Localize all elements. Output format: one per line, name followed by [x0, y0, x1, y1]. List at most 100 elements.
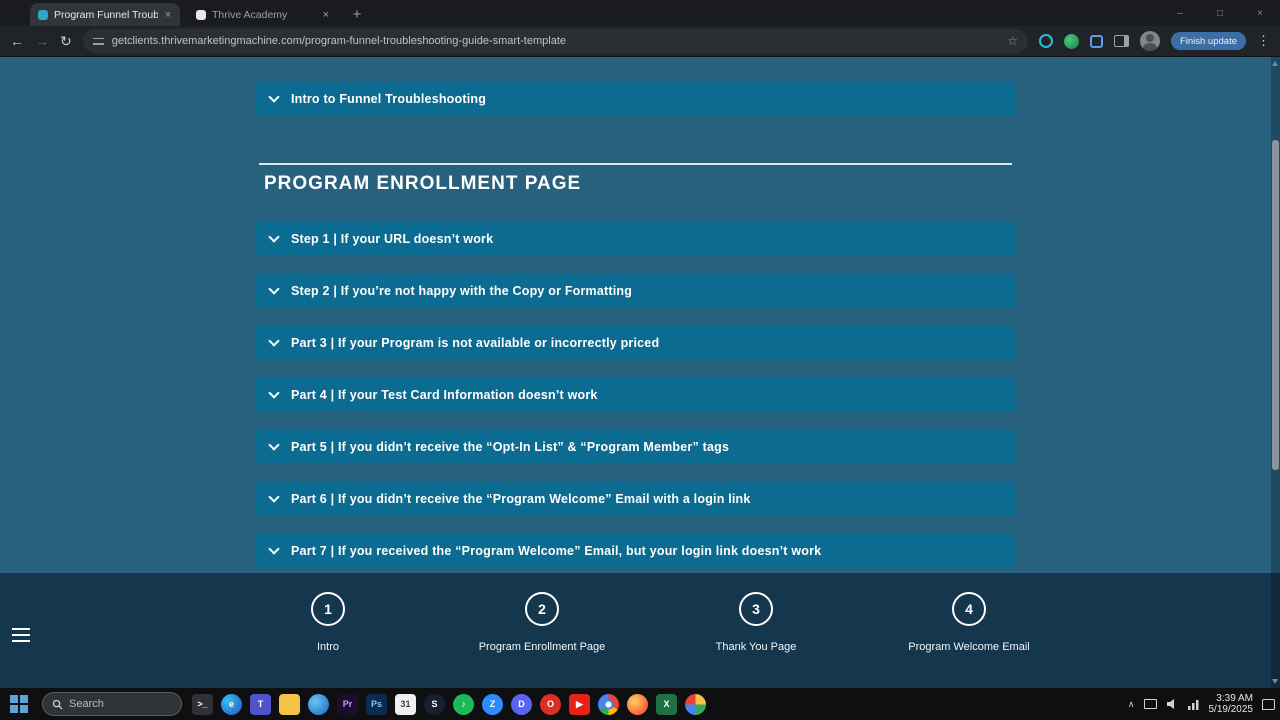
browser-tabstrip: Program Funnel Troubleshooting × Thrive …: [0, 0, 1280, 26]
chrome-icon[interactable]: [598, 693, 619, 715]
section-title: PROGRAM ENROLLMENT PAGE: [264, 173, 582, 194]
chevron-down-icon: [268, 386, 280, 399]
extension-ring-icon[interactable]: [1038, 34, 1053, 48]
back-button[interactable]: ←: [10, 33, 24, 49]
tray-chevron-up-icon[interactable]: ∧: [1128, 699, 1135, 710]
discord-icon[interactable]: D: [511, 693, 532, 715]
accordion-step-1[interactable]: Step 1 | If your URL doesn’t work: [255, 222, 1015, 255]
new-tab-button[interactable]: +: [346, 3, 368, 25]
reload-button[interactable]: ↻: [60, 33, 72, 50]
accordion-part-4[interactable]: Part 4 | If your Test Card Information d…: [255, 378, 1015, 411]
chevron-down-icon: [268, 90, 280, 103]
address-bar[interactable]: getclients.thrivemarketingmachine.com/pr…: [82, 29, 1028, 53]
stepper-step-intro[interactable]: 1 Intro: [218, 592, 438, 653]
steam-icon[interactable]: S: [424, 693, 445, 715]
finish-update-button[interactable]: Finish update: [1170, 32, 1246, 50]
scroll-up-arrow-icon[interactable]: [1272, 61, 1278, 66]
taskbar-clock[interactable]: 3:39 AM 5/19/2025: [1209, 693, 1254, 716]
side-panel-icon[interactable]: [1113, 35, 1129, 47]
page-content: Intro to Funnel Troubleshooting PROGRAM …: [0, 57, 1280, 573]
app-colorful-icon[interactable]: [685, 693, 706, 715]
premiere-icon[interactable]: Pr: [337, 693, 358, 715]
photoshop-icon[interactable]: Ps: [366, 693, 387, 715]
firefox-icon[interactable]: [627, 693, 648, 715]
excel-icon[interactable]: X: [656, 693, 677, 715]
screen: Program Funnel Troubleshooting × Thrive …: [0, 0, 1280, 720]
page-footer: 1 Intro 2 Program Enrollment Page 3 Than…: [0, 573, 1280, 688]
menu-icon[interactable]: [12, 628, 30, 646]
window-controls: – □ ×: [1160, 0, 1280, 26]
terminal-icon[interactable]: >_: [192, 693, 213, 715]
accordion-part-5[interactable]: Part 5 | If you didn’t receive the “Opt-…: [255, 430, 1015, 463]
accordion-part-6[interactable]: Part 6 | If you didn’t receive the “Prog…: [255, 482, 1015, 515]
accordion-label: Intro to Funnel Troubleshooting: [291, 91, 487, 106]
teams-icon[interactable]: T: [250, 693, 271, 715]
accordion-label: Part 5 | If you didn’t receive the “Opt-…: [291, 439, 730, 454]
scroll-down-arrow-icon[interactable]: [1272, 679, 1278, 684]
close-tab-icon[interactable]: ×: [164, 9, 172, 21]
step-number: 3: [739, 592, 773, 626]
accordion-step-2[interactable]: Step 2 | If you’re not happy with the Co…: [255, 274, 1015, 307]
profile-avatar[interactable]: [1139, 31, 1160, 51]
chevron-down-icon: [268, 230, 280, 243]
display-icon[interactable]: [1143, 699, 1157, 709]
accordion-label: Step 2 | If you’re not happy with the Co…: [291, 283, 633, 298]
accordion-label: Part 6 | If you didn’t receive the “Prog…: [291, 491, 751, 506]
volume-icon[interactable]: [1166, 698, 1178, 710]
site-info-icon[interactable]: [92, 36, 104, 47]
taskbar-date: 5/19/2025: [1208, 704, 1254, 715]
tab-title: Thrive Academy: [212, 8, 288, 21]
stepper-step-thank-you[interactable]: 3 Thank You Page: [646, 592, 866, 653]
extension-blue-icon[interactable]: [1089, 34, 1103, 48]
scrollbar-thumb[interactable]: [1272, 140, 1279, 470]
chevron-down-icon: [268, 490, 280, 503]
step-number: 2: [525, 592, 559, 626]
zoom-icon[interactable]: Z: [482, 693, 503, 715]
step-label: Thank You Page: [715, 641, 797, 653]
taskbar-time: 3:39 AM: [1216, 692, 1253, 704]
page-scrollbar[interactable]: [1271, 57, 1280, 688]
close-window-button[interactable]: ×: [1240, 0, 1280, 26]
calendar-icon[interactable]: 31: [395, 693, 416, 715]
taskbar-search[interactable]: [42, 692, 182, 716]
chevron-down-icon: [268, 438, 280, 451]
accordion-label: Part 7 | If you received the “Program We…: [291, 543, 822, 558]
accordion-intro[interactable]: Intro to Funnel Troubleshooting: [255, 82, 1015, 115]
minimize-button[interactable]: –: [1160, 0, 1200, 26]
bookmark-star-icon[interactable]: ☆: [1007, 34, 1018, 48]
chevron-down-icon: [268, 282, 280, 295]
search-input[interactable]: [69, 698, 169, 710]
chevron-down-icon: [268, 542, 280, 555]
accordion-label: Part 3 | If your Program is not availabl…: [291, 335, 660, 350]
search-icon: [52, 699, 63, 710]
accordion-label: Part 4 | If your Test Card Information d…: [291, 387, 598, 402]
edge-icon[interactable]: e: [221, 693, 242, 715]
tab-thrive-academy[interactable]: Thrive Academy ×: [188, 3, 338, 26]
accordion-part-3[interactable]: Part 3 | If your Program is not availabl…: [255, 326, 1015, 359]
notification-center-icon[interactable]: [1262, 698, 1275, 710]
tab-program-funnel[interactable]: Program Funnel Troubleshooting ×: [30, 3, 180, 26]
step-label: Intro: [316, 641, 339, 653]
maximize-button[interactable]: □: [1200, 0, 1240, 26]
stepper-step-enrollment[interactable]: 2 Program Enrollment Page: [432, 592, 652, 653]
extension-green-icon[interactable]: [1063, 33, 1079, 49]
forward-button[interactable]: →: [35, 33, 49, 49]
close-tab-icon[interactable]: ×: [322, 9, 330, 21]
step-number: 4: [952, 592, 986, 626]
accordion-part-7[interactable]: Part 7 | If you received the “Program We…: [255, 534, 1015, 567]
browser-blue-icon[interactable]: [308, 693, 329, 715]
stepper-step-welcome-email[interactable]: 4 Program Welcome Email: [859, 592, 1079, 653]
step-label: Program Enrollment Page: [478, 641, 606, 653]
browser-menu-icon[interactable]: ⋮: [1257, 33, 1270, 49]
start-button[interactable]: [10, 695, 28, 713]
spotify-icon[interactable]: ♪: [453, 693, 474, 715]
network-icon[interactable]: [1187, 699, 1200, 710]
tab-title: Program Funnel Troubleshooting: [54, 8, 158, 21]
tab-favicon: [196, 9, 206, 20]
youtube-icon[interactable]: ▶: [569, 693, 590, 715]
taskbar-app-icons: >_ e T Pr Ps 31 S ♪ Z D O ▶ X: [192, 688, 706, 720]
step-number: 1: [311, 592, 345, 626]
file-explorer-icon[interactable]: [279, 693, 300, 715]
app-red-icon[interactable]: O: [540, 693, 561, 715]
step-label: Program Welcome Email: [908, 641, 1030, 653]
